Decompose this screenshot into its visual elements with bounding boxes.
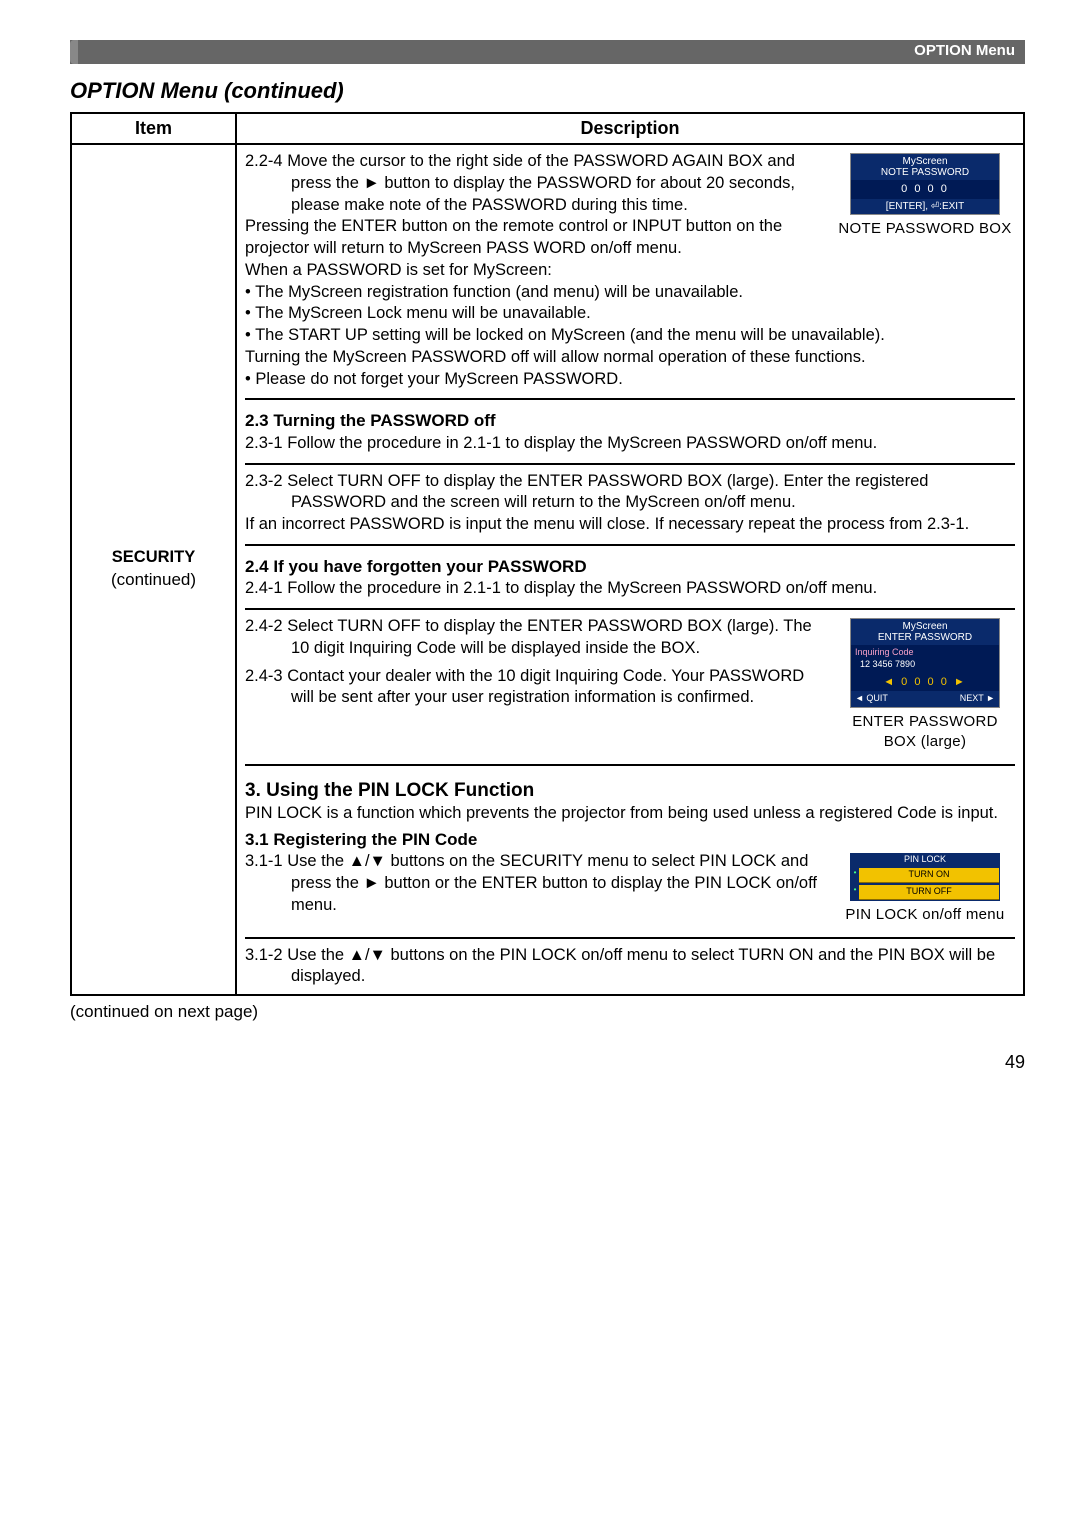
p-2-3-2b: If an incorrect PASSWORD is input the me… [245,514,1015,536]
p-3-1-2: 3.1-2 Use the ▲/▼ buttons on the PIN LOC… [245,945,1015,989]
description-cell: MyScreen NOTE PASSWORD 0 0 0 0 [ENTER], … [236,144,1024,995]
note-password-box-caption: NOTE PASSWORD BOX [835,219,1015,239]
enter-password-box-figure: MyScreen ENTER PASSWORD Inquiring Code 1… [835,618,1015,752]
p-2-2-4-b4: • Please do not forget your MyScreen PAS… [245,369,1015,391]
ui-enter-l1: MyScreen [855,621,995,632]
ui-pin-hdr: PIN LOCK [850,853,1000,867]
header-bar: OPTION Menu [70,40,1025,64]
p-2-3-1: 2.3-1 Follow the procedure in 2.1-1 to d… [245,433,1015,455]
p-2-2-4-b3: • The START UP setting will be locked on… [245,325,1015,347]
ui-enter-inq-label: Inquiring Code [855,647,914,657]
ui-pin-r1: TURN ON [859,868,999,883]
p-2-2-4-when: When a PASSWORD is set for MyScreen: [245,260,1015,282]
ui-enter-right: NEXT ► [960,693,995,705]
ui-enter-inq-code: 12 3456 7890 [860,659,915,669]
header-tab-title: OPTION Menu [914,42,1015,59]
section-heading: OPTION Menu (continued) [70,78,1025,104]
p-2-2-4-b1: • The MyScreen registration function (an… [245,282,1015,304]
heading-3: 3. Using the PIN LOCK Function [245,778,1015,803]
heading-2-4: 2.4 If you have forgotten your PASSWORD [245,556,1015,578]
item-title: SECURITY [80,547,227,569]
col-header-item: Item [71,113,236,144]
p-2-2-4-b2: • The MyScreen Lock menu will be unavail… [245,303,1015,325]
item-subtitle: (continued) [80,569,227,591]
pin-lock-menu-caption: PIN LOCK on/off menu [835,905,1015,925]
p-2-4-1: 2.4-1 Follow the procedure in 2.1-1 to d… [245,578,1015,600]
p-2-2-4-turn: Turning the MyScreen PASSWORD off will a… [245,347,1015,369]
ui-note-hint: [ENTER], ⏎:EXIT [851,199,999,214]
heading-2-3: 2.3 Turning the PASSWORD off [245,410,1015,432]
option-menu-table: Item Description SECURITY (continued) My… [70,112,1025,996]
ui-pin-r2: TURN OFF [859,885,999,900]
page-number: 49 [70,1052,1025,1073]
heading-3-1: 3.1 Registering the PIN Code [245,829,1015,851]
item-cell-security: SECURITY (continued) [71,144,236,995]
ui-note-l2: NOTE PASSWORD [855,167,995,178]
ui-enter-l2: ENTER PASSWORD [855,632,995,643]
continued-note: (continued on next page) [70,1002,1025,1022]
ui-note-digits: 0 0 0 0 [851,180,999,199]
ui-enter-left: ◄ QUIT [855,693,888,705]
col-header-description: Description [236,113,1024,144]
ui-enter-digits: ◄ 0 0 0 0 ► [851,673,999,692]
pin-lock-menu-figure: PIN LOCK •TURN ON •TURN OFF PIN LOCK on/… [835,853,1015,924]
note-password-box-figure: MyScreen NOTE PASSWORD 0 0 0 0 [ENTER], … [835,153,1015,238]
ui-note-l1: MyScreen [855,156,995,167]
enter-password-box-caption: ENTER PASSWORD BOX (large) [835,712,1015,752]
p-3-intro: PIN LOCK is a function which prevents th… [245,803,1015,825]
p-2-3-2: 2.3-2 Select TURN OFF to display the ENT… [245,471,1015,515]
